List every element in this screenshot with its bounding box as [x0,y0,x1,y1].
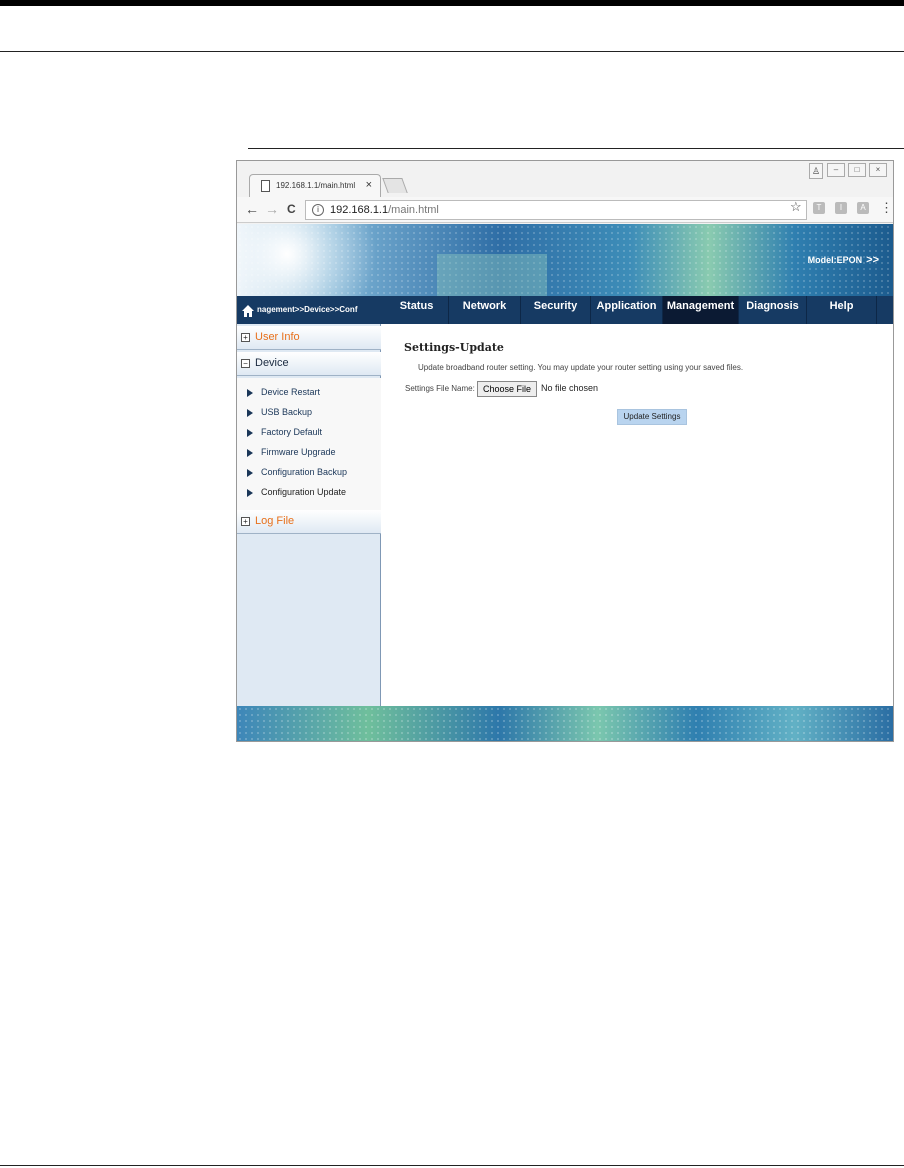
model-label: Model:EPON >> [808,254,879,266]
menu-application[interactable]: Application [591,296,663,324]
browser-window: 192.168.1.1/main.html × ♙ – □ × ← → C i … [236,160,894,742]
menu-diagnosis[interactable]: Diagnosis [739,296,807,324]
sidebar-item-label: Configuration Update [261,487,347,497]
document-rule [248,148,904,149]
arrow-right-icon [247,388,253,397]
main-content: Settings-Update Update broadband router … [381,324,893,704]
expand-icon: + [241,333,250,342]
sidebar-item-label: USB Backup [261,407,313,417]
document-rule [0,1165,904,1166]
forward-icon[interactable]: → [265,201,279,217]
choose-file-button[interactable]: Choose File [477,381,537,397]
browser-toolbar: ← → C i 192.168.1.1/main.html ☆ T I A ⋮ [237,197,893,223]
url-path: /main.html [388,204,439,216]
model-arrow: >> [866,254,879,266]
arrow-right-icon [247,488,253,497]
home-icon[interactable] [241,304,255,318]
extension-icon[interactable]: T [813,202,825,214]
menu-status[interactable]: Status [385,296,449,324]
tab-close-icon[interactable]: × [366,179,372,191]
close-window-button[interactable]: × [869,163,887,177]
header-banner: Model:EPON >> [237,224,893,296]
file-status-text: No file chosen [541,383,599,393]
breadcrumb: nagement>>Device>>Conf [257,305,358,314]
sidebar-section-label: Device [255,357,289,369]
arrow-right-icon [247,448,253,457]
description-text: Update broadband router setting. You may… [418,363,744,372]
sidebar-item-label: Device Restart [261,387,321,397]
extension-icon[interactable]: I [835,202,847,214]
sidebar-item-factory-default[interactable]: Factory Default [247,427,322,437]
maximize-button[interactable]: □ [848,163,866,177]
router-page: Model:EPON >> nagement>>Device>>Conf Stat… [237,224,893,741]
new-tab-button[interactable] [382,178,408,193]
expand-icon: + [241,517,250,526]
sidebar-item-configuration-backup[interactable]: Configuration Backup [247,467,347,477]
arrow-right-icon [247,428,253,437]
sidebar-item-label: Configuration Backup [261,467,348,477]
profile-icon[interactable]: ♙ [809,163,823,179]
page-title: Settings-Update [404,341,504,354]
sidebar-item-configuration-update[interactable]: Configuration Update [247,487,346,497]
file-name-label: Settings File Name: [405,384,475,393]
collapse-icon: − [241,359,250,368]
sidebar-item-label: Firmware Upgrade [261,447,336,457]
url-host: 192.168.1.1 [330,204,389,216]
info-icon[interactable]: i [312,204,324,216]
menu-security[interactable]: Security [521,296,591,324]
document-rule [0,51,904,52]
minimize-button[interactable]: – [827,163,845,177]
menu-network[interactable]: Network [449,296,521,324]
browser-menu-icon[interactable]: ⋮ [880,201,893,215]
sidebar-section-label: User Info [255,331,300,343]
arrow-right-icon [247,468,253,477]
extension-icon[interactable]: A [857,202,869,214]
sidebar-section-device[interactable]: − Device [237,352,381,376]
footer-banner [237,706,893,741]
menu-help[interactable]: Help [807,296,877,324]
arrow-right-icon [247,408,253,417]
reload-icon[interactable]: C [287,201,296,217]
breadcrumb-bar: nagement>>Device>>Conf [237,296,381,324]
update-settings-button[interactable]: Update Settings [617,409,687,425]
sidebar: + User Info − Device Device Restart USB … [237,324,381,741]
bookmark-star-icon[interactable]: ☆ [790,200,802,213]
document-top-bar [0,0,904,6]
address-bar[interactable]: i 192.168.1.1/main.html [305,200,807,220]
tab-title: 192.168.1.1/main.html [276,181,356,190]
device-submenu: Device Restart USB Backup Factory Defaul… [237,378,381,510]
main-menu: Status Network Security Application Mana… [381,296,893,324]
model-text: Model:EPON [807,255,863,265]
sidebar-item-device-restart[interactable]: Device Restart [247,387,320,397]
sidebar-section-label: Log File [255,515,295,527]
sidebar-item-usb-backup[interactable]: USB Backup [247,407,312,417]
url-text: 192.168.1.1/main.html [330,204,439,216]
sidebar-item-firmware-upgrade[interactable]: Firmware Upgrade [247,447,336,457]
page-icon [261,180,270,192]
browser-tab[interactable]: 192.168.1.1/main.html × [249,174,381,198]
sidebar-section-user-info[interactable]: + User Info [237,326,381,350]
sidebar-section-log-file[interactable]: + Log File [237,510,381,534]
sidebar-item-label: Factory Default [261,427,323,437]
back-icon[interactable]: ← [245,201,259,217]
menu-management[interactable]: Management [663,296,739,324]
tab-strip: 192.168.1.1/main.html × ♙ – □ × [237,161,893,198]
window-controls: – □ × [827,163,887,177]
